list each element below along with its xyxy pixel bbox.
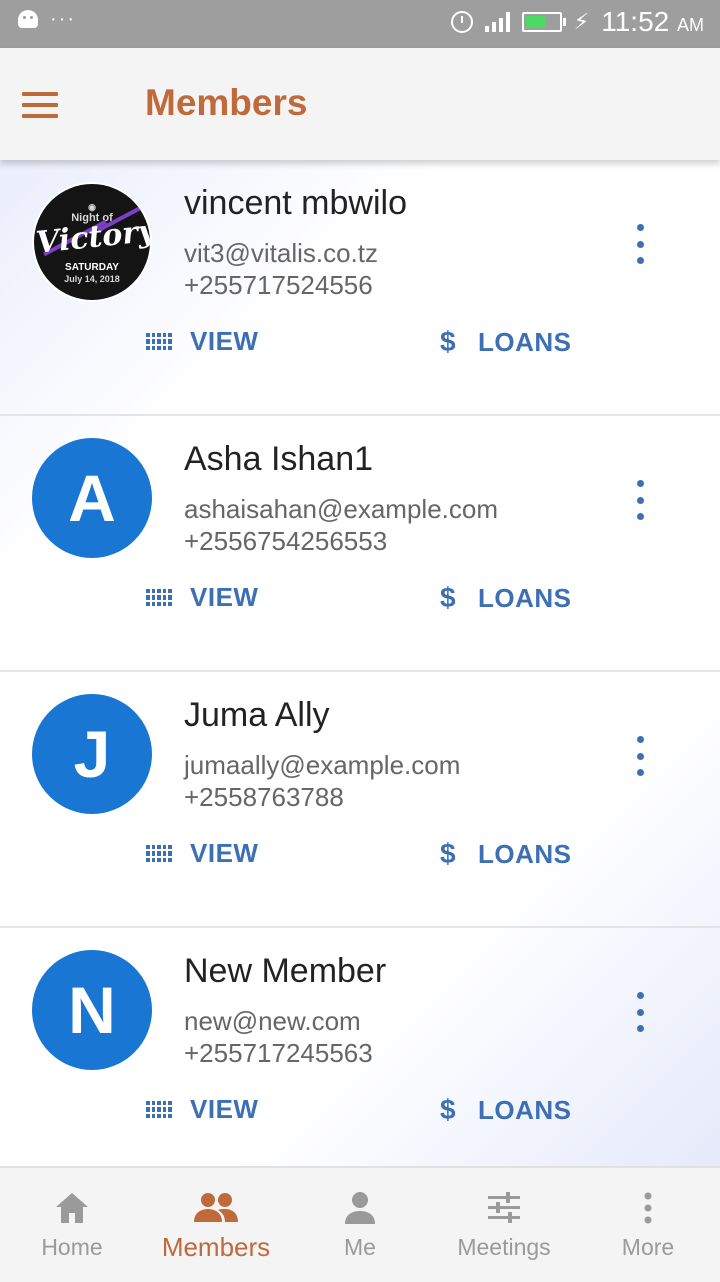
photo-day: SATURDAY [65,262,119,273]
group-icon [194,1193,238,1222]
member-phone: +2556754256553 [184,526,388,556]
member-phone: +255717524556 [184,270,373,300]
member-name: Juma Ally [184,696,330,734]
android-notification-icon [18,10,38,28]
view-member-button[interactable]: VIEW [146,1094,258,1125]
bottom-navigation: Home Members Me Meetings More [0,1166,720,1282]
grid-icon [146,1100,172,1119]
member-loans-button[interactable]: $ LOANS [440,326,572,358]
home-icon [56,1193,88,1223]
view-label: VIEW [190,1094,259,1124]
view-member-button[interactable]: VIEW [146,326,258,357]
member-loans-button[interactable]: $ LOANS [440,1094,572,1126]
member-list: ◉ Night of Victory SATURDAY July 14, 201… [0,160,720,1184]
member-avatar[interactable]: N [32,950,152,1070]
member-card: ◉ Night of Victory SATURDAY July 14, 201… [0,160,720,416]
member-email: ashaisahan@example.com [184,494,499,524]
nav-more-label: More [621,1234,675,1260]
member-email: jumaally@example.com [184,750,461,780]
nav-home-label: Home [41,1234,103,1260]
sliders-icon [488,1192,520,1223]
loans-label: LOANS [478,838,572,869]
photo-date: July 14, 2018 [64,274,120,284]
member-name: Asha Ishan1 [184,440,374,478]
member-name: New Member [184,952,387,990]
view-member-button[interactable]: VIEW [146,582,258,613]
member-email: new@new.com [184,1006,361,1036]
loans-label: LOANS [478,326,572,357]
nav-me-label: Me [344,1234,376,1260]
nav-me[interactable]: Me [288,1168,432,1282]
member-phone: +255717245563 [184,1038,373,1068]
person-icon [345,1192,375,1224]
loans-label: LOANS [478,582,572,613]
grid-icon [146,844,172,863]
member-card: J Juma Ally jumaally@example.com +255876… [0,672,720,928]
hamburger-menu-icon[interactable] [22,92,58,118]
grid-icon [146,332,172,351]
nav-meetings-label: Meetings [457,1234,551,1260]
battery-icon [521,12,566,32]
member-options-icon[interactable] [626,224,654,264]
member-email: vit3@vitalis.co.tz [184,238,378,268]
loans-label: LOANS [478,1094,572,1125]
alarm-icon [450,11,473,33]
status-bar: ··· ⚡︎ 11:52 AM [0,0,720,48]
charging-icon: ⚡︎ [573,9,590,34]
view-label: VIEW [190,582,259,612]
nav-members[interactable]: Members [144,1168,288,1282]
page-title: Members [145,82,308,123]
status-clock: 11:52 AM [601,6,704,38]
view-label: VIEW [190,326,259,356]
view-label: VIEW [190,838,259,868]
more-vertical-icon [644,1192,652,1224]
dollar-icon: $ [440,326,457,357]
member-name: vincent mbwilo [184,184,407,222]
member-card: N New Member new@new.com +255717245563 V… [0,928,720,1184]
nav-meetings[interactable]: Meetings [432,1168,576,1282]
signal-icon [484,12,510,32]
app-bar: Members [0,48,720,160]
member-loans-button[interactable]: $ LOANS [440,838,572,870]
clock-ampm: AM [677,15,704,35]
member-options-icon[interactable] [626,736,654,776]
member-card: A Asha Ishan1 ashaisahan@example.com +25… [0,416,720,672]
member-options-icon[interactable] [626,480,654,520]
grid-icon [146,588,172,607]
nav-home[interactable]: Home [0,1168,144,1282]
member-avatar[interactable]: A [32,438,152,558]
member-phone: +2558763788 [184,782,344,812]
dollar-icon: $ [440,582,457,613]
member-avatar[interactable]: J [32,694,152,814]
dollar-icon: $ [440,838,457,869]
member-loans-button[interactable]: $ LOANS [440,582,572,614]
view-member-button[interactable]: VIEW [146,838,258,869]
member-options-icon[interactable] [626,992,654,1032]
clock-time: 11:52 [601,6,670,37]
nav-more[interactable]: More [576,1168,720,1282]
member-avatar-photo[interactable]: ◉ Night of Victory SATURDAY July 14, 201… [32,182,152,302]
more-notifications-icon: ··· [50,8,76,30]
nav-members-label: Members [161,1232,271,1262]
dollar-icon: $ [440,1094,457,1125]
